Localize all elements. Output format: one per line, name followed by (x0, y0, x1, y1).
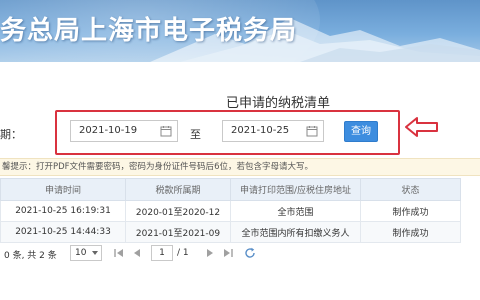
cell-status: 制作成功 (360, 221, 461, 243)
cell-tax-period: 2020-01至2020-12 (125, 200, 231, 222)
page-size-value: 10 (75, 248, 87, 258)
cell-tax-period: 2021-01至2021-09 (125, 221, 231, 243)
current-page-input[interactable]: 1 (151, 245, 173, 261)
cell-apply-time: 2021-10-25 14:44:33 (0, 221, 126, 243)
next-page-icon[interactable] (203, 246, 217, 260)
first-page-icon[interactable] (112, 246, 126, 260)
chevron-down-icon (92, 251, 98, 255)
prev-page-icon[interactable] (130, 246, 144, 260)
column-header-tax-period: 税款所属期 (125, 178, 231, 201)
table-row[interactable]: 2021-10-25 14:44:33 2021-01至2021-09 全市范围… (0, 221, 461, 243)
tax-list-table: 申请时间 税款所属期 申请打印范围/应税住房地址 状态 2021-10-25 1… (0, 178, 461, 243)
table-header-row: 申请时间 税款所属期 申请打印范围/应税住房地址 状态 (0, 178, 461, 201)
refresh-icon[interactable] (243, 246, 257, 260)
highlight-annotation-box (55, 110, 400, 155)
column-header-apply-time: 申请时间 (0, 178, 126, 201)
cell-status: 制作成功 (360, 200, 461, 222)
banner-title: 务总局上海市电子税务局 (0, 16, 298, 46)
hint-bar: 馨提示：打开PDF文件需要密码，密码为身份证件号码后6位，若包含字母请大写。 (0, 158, 480, 176)
date-range-label: 期： (0, 128, 22, 141)
total-pages: / 1 (177, 248, 189, 258)
page-size-select[interactable]: 10 (70, 245, 102, 261)
cell-apply-time: 2021-10-25 16:19:31 (0, 200, 126, 222)
cell-print-scope: 全市范围内所有扣缴义务人 (230, 221, 361, 243)
header-banner: 务总局上海市电子税务局 (0, 0, 480, 62)
record-count: 0 条, 共 2 条 (4, 251, 57, 261)
column-header-print-scope: 申请打印范围/应税住房地址 (230, 178, 361, 201)
last-page-icon[interactable] (221, 246, 235, 260)
page-title: 已申请的纳税清单 (226, 96, 331, 111)
column-header-status: 状态 (360, 178, 461, 201)
cell-print-scope: 全市范围 (230, 200, 361, 222)
arrow-left-icon (405, 117, 438, 137)
pagination-bar: 0 条, 共 2 条 10 1 / 1 (0, 243, 460, 265)
table-row[interactable]: 2021-10-25 16:19:31 2020-01至2020-12 全市范围… (0, 200, 461, 222)
